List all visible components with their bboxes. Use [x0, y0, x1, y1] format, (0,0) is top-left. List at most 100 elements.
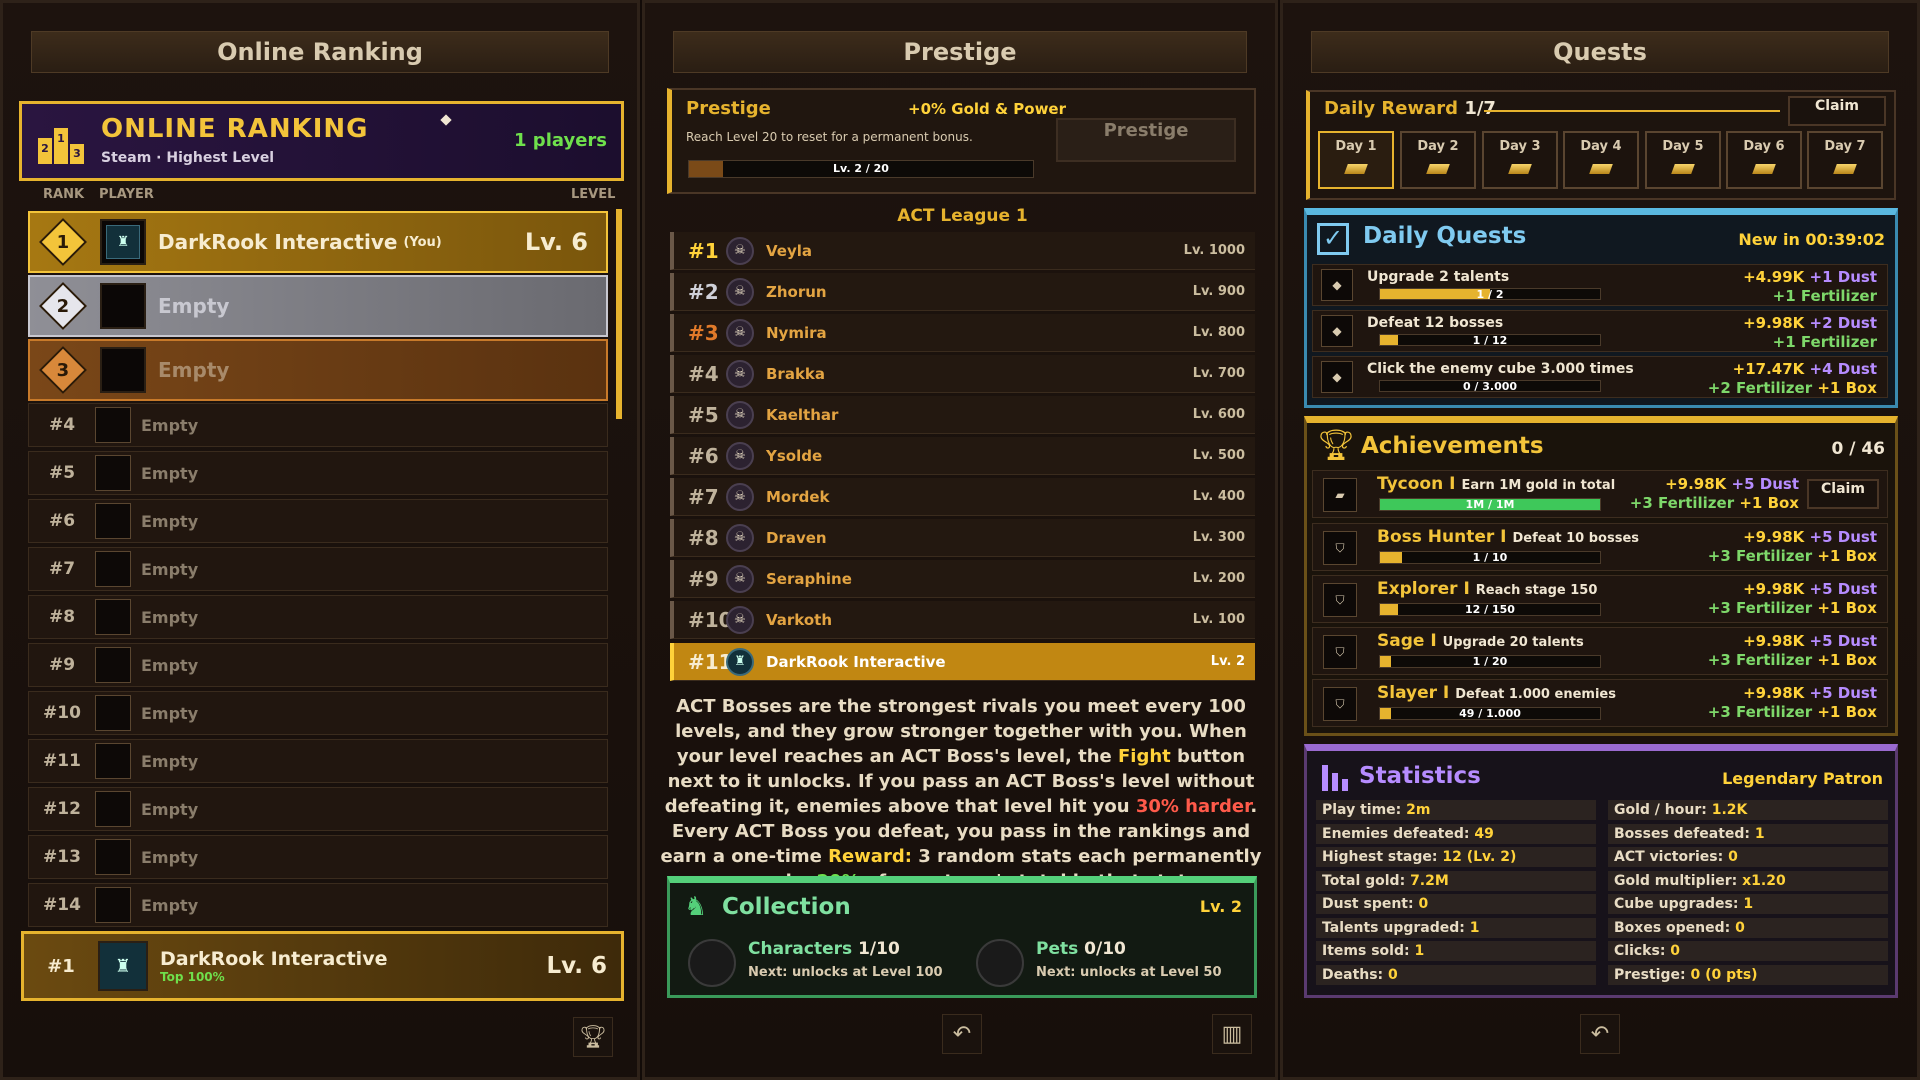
daily-quest-row[interactable]: ◆ Upgrade 2 talents 1 / 2 +4.99K +1 Dust +1 …	[1312, 264, 1888, 306]
player-name: Empty	[141, 463, 199, 483]
player-name: Empty	[141, 847, 199, 867]
league-row[interactable]: #3 ☠ Nymira Lv. 800	[670, 314, 1255, 352]
rank-number: #11	[688, 649, 733, 674]
boss-portrait-icon: ☠	[726, 441, 754, 470]
ranking-row[interactable]: #11 Empty	[28, 739, 608, 783]
achievement-row[interactable]: ⛉ Boss Hunter I Defeat 10 bosses 1 / 10 +9.9…	[1312, 523, 1888, 571]
boss-name: Zhorun	[766, 282, 827, 301]
day-4-reward[interactable]: Day 4	[1563, 131, 1639, 189]
ranking-row[interactable]: #7 Empty	[28, 547, 608, 591]
rank-number: #5	[48, 463, 76, 483]
league-row[interactable]: #2 ☠ Zhorun Lv. 900	[670, 273, 1255, 311]
boss-name: Ysolde	[766, 446, 823, 465]
ranking-subtitle: Steam · Highest Level	[101, 150, 275, 166]
ranking-row-2[interactable]: 2 Empty	[28, 275, 608, 337]
league-row[interactable]: #1 ☠ Veyla Lv. 1000	[670, 232, 1255, 270]
panel-title: Quests	[1311, 31, 1889, 73]
stat-row: Gold / hour: 1.2K	[1608, 800, 1888, 820]
day-6-reward[interactable]: Day 6	[1726, 131, 1802, 189]
league-row[interactable]: #4 ☠ Brakka Lv. 700	[670, 355, 1255, 393]
daily-quest-row[interactable]: ◆ Defeat 12 bosses 1 / 12 +9.98K +2 Dust +1 …	[1312, 310, 1888, 352]
sparkle-icon	[440, 114, 452, 126]
achievement-claim-button[interactable]: Claim	[1807, 479, 1879, 509]
trophy-button[interactable]: 🏆︎	[573, 1017, 613, 1057]
prestige-box: Prestige +0% Gold & Power Reach Level 20…	[667, 88, 1256, 194]
league-row[interactable]: #6 ☠ Ysolde Lv. 500	[670, 437, 1255, 475]
ranking-row[interactable]: #6 Empty	[28, 499, 608, 543]
rank-number: #5	[688, 402, 719, 427]
league-row-self[interactable]: #11 ♜ DarkRook Interactive Lv. 2	[670, 643, 1255, 681]
ranking-row[interactable]: #10 Empty	[28, 691, 608, 735]
boss-portrait-icon: ☠	[726, 605, 754, 634]
ranking-row[interactable]: #14 Empty	[28, 883, 608, 927]
achievement-progress-bar: 1 / 10	[1379, 551, 1601, 564]
achievement-name: Sage I Upgrade 20 talents	[1377, 631, 1584, 651]
stat-row: Gold multiplier: x1.20	[1608, 870, 1888, 891]
day-5-reward[interactable]: Day 5	[1645, 131, 1721, 189]
boss-level: Lv. 500	[1192, 448, 1245, 463]
ranking-row[interactable]: #5 Empty	[28, 451, 608, 495]
ranking-row[interactable]: #13 Empty	[28, 835, 608, 879]
achievement-row[interactable]: ▰ Tycoon I Earn 1M gold in total 1M / 1M +9.…	[1312, 470, 1888, 518]
boss-portrait-icon: ☠	[726, 523, 754, 552]
ranking-row[interactable]: #4 Empty	[28, 403, 608, 447]
rank-number: #6	[688, 443, 719, 468]
boss-level: Lv. 700	[1192, 366, 1245, 381]
boss-portrait-icon: ☠	[726, 482, 754, 511]
stats-button[interactable]: ▥	[1212, 1014, 1252, 1054]
scrollbar-thumb[interactable]	[616, 209, 622, 419]
avatar	[95, 743, 131, 779]
ranking-row[interactable]: #12 Empty	[28, 787, 608, 831]
svg-text:3: 3	[73, 147, 81, 160]
ranking-row-3[interactable]: 3 Empty	[28, 339, 608, 401]
day-1-reward[interactable]: Day 1	[1318, 131, 1394, 189]
achievements-count: 0 / 46	[1831, 439, 1885, 459]
my-level: Lv. 6	[546, 953, 607, 979]
quest-reward: +17.47K +4 Dust +2 Fertilizer +1 Box	[1707, 360, 1877, 397]
achievement-row[interactable]: ⛉ Slayer I Defeat 1.000 enemies 49 / 1.000 +…	[1312, 679, 1888, 727]
player-name: DarkRook Interactive	[158, 230, 398, 254]
boss-portrait-icon: ☠	[726, 564, 754, 593]
bar-chart-icon	[1321, 761, 1351, 791]
player-name: Empty	[141, 751, 199, 771]
quest-name: Click the enemy cube 3.000 times	[1367, 361, 1634, 377]
player-name: Empty	[141, 703, 199, 723]
prestige-button[interactable]: Prestige	[1056, 118, 1236, 162]
back-arrow-icon: ↶	[952, 1021, 972, 1047]
boss-level: Lv. 300	[1192, 530, 1245, 545]
daily-quest-row[interactable]: ◆ Click the enemy cube 3.000 times 0 / 3.0…	[1312, 356, 1888, 398]
day-3-reward[interactable]: Day 3	[1482, 131, 1558, 189]
quest-progress-bar: 0 / 3.000	[1379, 380, 1601, 392]
my-rank-card[interactable]: #1 ♜ DarkRook Interactive Top 100% Lv. 6	[21, 931, 624, 1001]
ranking-row[interactable]: #9 Empty	[28, 643, 608, 687]
achievement-name: Slayer I Defeat 1.000 enemies	[1377, 683, 1616, 703]
day-7-reward[interactable]: Day 7	[1807, 131, 1883, 189]
league-row[interactable]: #8 ☠ Draven Lv. 300	[670, 519, 1255, 557]
ranking-row[interactable]: #8 Empty	[28, 595, 608, 639]
achievement-row[interactable]: ⛉ Sage I Upgrade 20 talents 1 / 20 +9.98K +5…	[1312, 627, 1888, 675]
avatar	[95, 887, 131, 923]
player-name: Empty	[141, 895, 199, 915]
back-button[interactable]: ↶	[942, 1014, 982, 1054]
you-tag: (You)	[403, 234, 442, 250]
collection-box: ♞ Collection Lv. 2 Characters 1/10 Next:…	[667, 876, 1257, 998]
boss-level: Lv. 1000	[1183, 243, 1245, 258]
ranking-title: ONLINE RANKING	[101, 114, 369, 144]
league-row[interactable]: #5 ☠ Kaelthar Lv. 600	[670, 396, 1255, 434]
back-button[interactable]: ↶	[1580, 1014, 1620, 1054]
collection-level: Lv. 2	[1199, 897, 1242, 916]
league-row[interactable]: #7 ☠ Mordek Lv. 400	[670, 478, 1255, 516]
podium-icon: 1 2 3	[36, 116, 86, 166]
player-level: Lv. 6	[524, 228, 588, 256]
ranking-row-1[interactable]: 1 ♜ DarkRook Interactive (You) Lv. 6	[28, 211, 608, 273]
stat-row: Play time: 2m	[1316, 800, 1596, 820]
daily-claim-button[interactable]: Claim	[1788, 96, 1886, 126]
league-row[interactable]: #9 ☠ Seraphine Lv. 200	[670, 560, 1255, 598]
rank-number: #4	[688, 361, 719, 386]
day-2-reward[interactable]: Day 2	[1400, 131, 1476, 189]
achievement-row[interactable]: ⛉ Explorer I Reach stage 150 12 / 150 +9.98K…	[1312, 575, 1888, 623]
stat-row: Highest stage: 12 (Lv. 2)	[1316, 847, 1596, 867]
quest-progress-bar: 1 / 2	[1379, 288, 1601, 300]
league-row[interactable]: #10 ☠ Varkoth Lv. 100	[670, 601, 1255, 639]
avatar	[95, 407, 131, 443]
